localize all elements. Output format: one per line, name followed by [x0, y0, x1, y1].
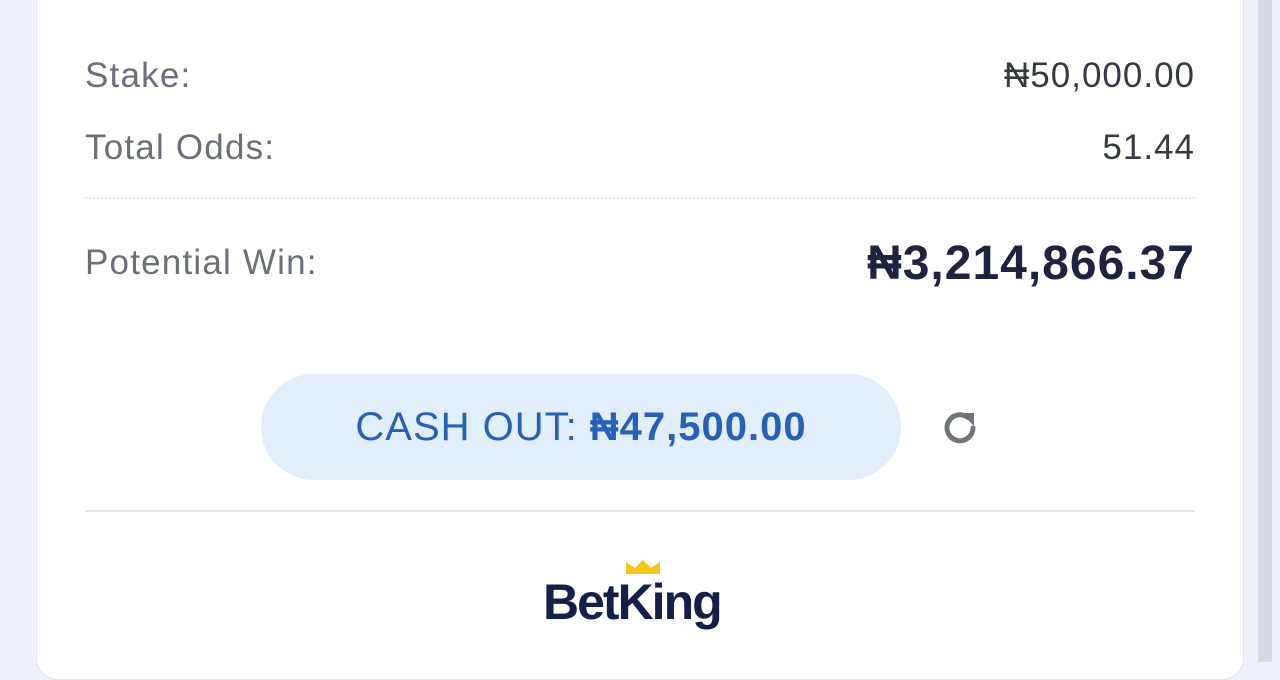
betking-logo-text: BetKing [543, 574, 723, 630]
cash-out-amount: ₦47,500.00 [589, 404, 807, 449]
bet-summary-card: Stake: ₦50,000.00 Total Odds: 51.44 Pote… [36, 0, 1244, 680]
dotted-divider [85, 197, 1195, 199]
potential-win-value: ₦3,214,866.37 [867, 236, 1195, 290]
stake-value: ₦50,000.00 [1004, 56, 1195, 95]
total-odds-value: 51.44 [1102, 128, 1195, 167]
potential-win-row: Potential Win: ₦3,214,866.37 [85, 233, 1195, 293]
cash-out-label: CASH OUT: [355, 404, 578, 449]
cash-out-button[interactable]: CASH OUT: ₦47,500.00 [261, 374, 901, 480]
total-odds-label: Total Odds: [85, 128, 276, 167]
page-scrollbar[interactable] [1258, 0, 1272, 662]
stake-label: Stake: [85, 56, 192, 95]
section-divider [85, 510, 1195, 512]
potential-win-label: Potential Win: [85, 243, 318, 282]
betking-logo: BetKing [543, 559, 743, 633]
total-odds-row: Total Odds: 51.44 [85, 125, 1195, 171]
stake-row: Stake: ₦50,000.00 [85, 53, 1195, 99]
refresh-icon[interactable] [937, 405, 983, 451]
